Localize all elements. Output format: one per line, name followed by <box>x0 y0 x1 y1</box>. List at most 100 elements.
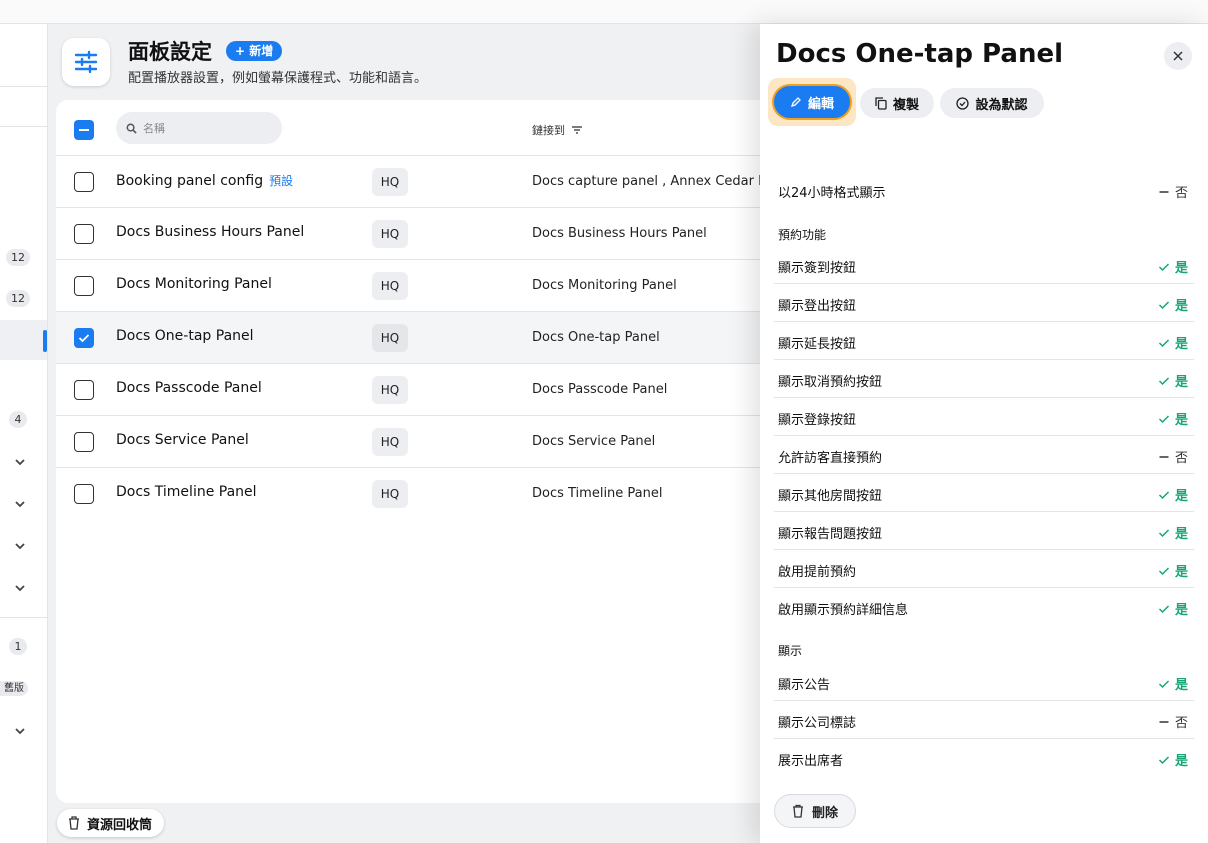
table-row[interactable]: Docs Timeline Panel HQ Docs Timeline Pan… <box>56 468 776 520</box>
location-tag: HQ <box>372 324 408 352</box>
nav-count-badge: 12 <box>6 290 30 307</box>
row-checkbox[interactable] <box>74 380 94 400</box>
page-subtitle: 配置播放器設置，例如螢幕保護程式、功能和語言。 <box>128 71 428 86</box>
setting-value-text: 是 <box>1174 489 1188 504</box>
setting-value-text: 否 <box>1174 186 1188 201</box>
table-row[interactable]: Booking panel config 預設 HQ Docs capture p… <box>56 156 782 208</box>
chevron-down-icon[interactable] <box>11 579 29 597</box>
setting-value-yes: 是 <box>1158 371 1188 390</box>
check-icon <box>1158 566 1170 575</box>
delete-button[interactable]: 刪除 <box>774 794 856 828</box>
panel-settings-icon <box>62 38 110 86</box>
setting-row: 啟用顯示預約詳細信息 是 <box>774 588 1194 626</box>
setting-row: 啟用提前預約 是 <box>774 550 1194 588</box>
legacy-badge: 舊版 <box>0 681 28 696</box>
row-checkbox-checked[interactable] <box>74 328 94 348</box>
chevron-down-icon[interactable] <box>11 537 29 555</box>
column-header-linked[interactable]: 鏈接到 <box>532 122 583 138</box>
trash-icon <box>792 804 803 818</box>
location-tag: HQ <box>372 168 408 196</box>
check-icon <box>1158 376 1170 385</box>
table-row[interactable]: Docs Service Panel HQ Docs Service Panel <box>56 416 776 468</box>
setting-value-no: 否 <box>1158 447 1188 466</box>
row-name: Docs Monitoring Panel <box>116 276 272 292</box>
row-linked: Docs capture panel , Annex Cedar Roo <box>532 174 783 189</box>
nav-item-active[interactable] <box>0 320 47 360</box>
table-row[interactable]: Docs Business Hours Panel HQ Docs Busine… <box>56 208 776 260</box>
nav-count-badge: 1 <box>9 638 27 655</box>
trash-icon <box>69 816 79 830</box>
row-checkbox[interactable] <box>74 224 94 244</box>
setting-label: 顯示取消預約按鈕 <box>778 375 883 390</box>
row-name: Docs Passcode Panel <box>116 380 262 396</box>
setting-value-yes: 是 <box>1158 333 1188 352</box>
setting-value-no: 否 <box>1158 182 1188 201</box>
setting-value-text: 是 <box>1174 337 1188 352</box>
setting-label: 以24小時格式顯示 <box>778 186 886 201</box>
row-checkbox[interactable] <box>74 484 94 504</box>
chevron-down-icon[interactable] <box>11 722 29 740</box>
select-all-checkbox[interactable] <box>74 120 94 140</box>
dash-icon <box>1159 720 1169 723</box>
setting-value-yes: 是 <box>1158 409 1188 428</box>
row-linked: Docs One-tap Panel <box>532 330 660 345</box>
setting-row: 允許訪客直接預約 否 <box>774 436 1194 474</box>
set-default-button[interactable]: 設為默認 <box>940 88 1044 118</box>
main-content: 面板設定 + 新增 配置播放器設置，例如螢幕保護程式、功能和語言。 名稱 鏈接到… <box>48 24 782 843</box>
edit-button[interactable]: 編輯 <box>772 84 852 120</box>
setting-value-text: 是 <box>1174 754 1188 769</box>
setting-label: 允許訪客直接預約 <box>778 451 883 466</box>
setting-value-text: 否 <box>1174 451 1188 466</box>
setting-row: 顯示公告 是 <box>774 663 1194 701</box>
filter-icon[interactable] <box>571 125 583 135</box>
add-button[interactable]: + 新增 <box>226 41 283 61</box>
setting-label: 顯示登錄按鈕 <box>778 413 857 428</box>
detail-panel: Docs One-tap Panel 編輯 複製 設為默認 以24小時格式顯示否… <box>760 24 1208 843</box>
table-row[interactable]: Docs Monitoring Panel HQ Docs Monitoring… <box>56 260 776 312</box>
setting-row: 以24小時格式顯示 否 <box>774 171 1194 209</box>
setting-label: 展示出席者 <box>778 754 844 769</box>
section-title-booking: 預約功能 <box>778 228 827 242</box>
location-tag: HQ <box>372 428 408 456</box>
row-linked: Docs Monitoring Panel <box>532 278 677 293</box>
location-tag: HQ <box>372 220 408 248</box>
column-header-label: 鏈接到 <box>532 124 565 137</box>
setting-label: 顯示簽到按鈕 <box>778 261 857 276</box>
table-row-selected[interactable]: Docs One-tap Panel HQ Docs One-tap Panel <box>56 312 776 364</box>
row-linked: Docs Passcode Panel <box>532 382 668 397</box>
section-title-display: 顯示 <box>778 644 803 658</box>
search-input[interactable]: 名稱 <box>116 112 282 144</box>
nav-divider <box>0 126 47 127</box>
check-icon <box>78 334 90 343</box>
close-button[interactable] <box>1164 42 1192 70</box>
table-row[interactable]: Docs Passcode Panel HQ Docs Passcode Pan… <box>56 364 776 416</box>
dash-icon <box>1159 190 1169 193</box>
chevron-down-icon[interactable] <box>11 453 29 471</box>
panel-table: 名稱 鏈接到 Booking panel config 預設 HQ Docs ca… <box>56 100 782 803</box>
location-tag: HQ <box>372 480 408 508</box>
setting-row: 顯示登出按鈕 是 <box>774 284 1194 322</box>
row-checkbox[interactable] <box>74 276 94 296</box>
setting-value-yes: 是 <box>1158 257 1188 276</box>
chevron-down-icon[interactable] <box>11 495 29 513</box>
default-badge: 預設 <box>269 174 294 188</box>
row-linked: Docs Service Panel <box>532 434 656 449</box>
setting-value-no: 否 <box>1158 712 1188 731</box>
setting-value-text: 是 <box>1174 299 1188 314</box>
setting-row: 顯示報告問題按鈕 是 <box>774 512 1194 550</box>
row-checkbox[interactable] <box>74 172 94 192</box>
row-name: Docs One-tap Panel <box>116 328 254 344</box>
row-name: Docs Timeline Panel <box>116 484 257 500</box>
setting-value-yes: 是 <box>1158 485 1188 504</box>
recycle-bin-button[interactable]: 資源回收筒 <box>57 809 165 837</box>
copy-button[interactable]: 複製 <box>860 88 934 118</box>
row-linked: Docs Business Hours Panel <box>532 226 707 241</box>
dash-icon <box>1159 455 1169 458</box>
setting-label: 啟用顯示預約詳細信息 <box>778 603 909 618</box>
check-circle-icon <box>956 96 970 110</box>
set-default-label: 設為默認 <box>975 97 1028 113</box>
setting-row: 顯示其他房間按鈕 是 <box>774 474 1194 512</box>
row-checkbox[interactable] <box>74 432 94 452</box>
setting-label: 顯示報告問題按鈕 <box>778 527 883 542</box>
location-tag: HQ <box>372 272 408 300</box>
